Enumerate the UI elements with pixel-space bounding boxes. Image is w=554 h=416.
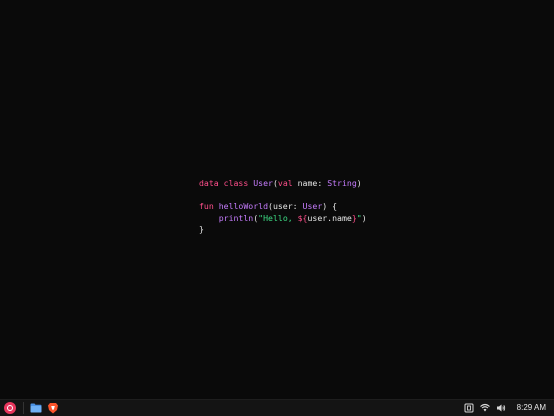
- code-token: User: [253, 178, 273, 188]
- taskbar: 8:29 AM: [0, 399, 554, 416]
- code-token: (user:: [268, 201, 303, 212]
- code-token: println: [218, 212, 254, 223]
- code-token: fun: [199, 201, 219, 212]
- wifi-icon[interactable]: [480, 403, 490, 413]
- files-icon[interactable]: [30, 403, 42, 413]
- desktop: data class User(val name: String) fun hel…: [0, 0, 554, 399]
- code-token: ) {: [322, 201, 338, 212]
- code-token: user.name: [307, 212, 352, 223]
- code-token: ): [361, 212, 367, 223]
- keyboard-layout-icon[interactable]: [464, 403, 474, 413]
- code-snippet: data class User(val name: String) fun hel…: [199, 178, 367, 236]
- code-line: println("Hello, ${user.name}"): [199, 213, 367, 225]
- code-line: }: [199, 224, 367, 236]
- code-token: User: [302, 201, 323, 212]
- brave-browser-icon[interactable]: [47, 402, 59, 414]
- code-token: "Hello,: [258, 212, 298, 223]
- code-token: ${: [297, 212, 308, 223]
- code-line: data class User(val name: String): [199, 178, 367, 190]
- code-line: fun helloWorld(user: User) {: [199, 201, 367, 213]
- volume-icon[interactable]: [496, 403, 506, 413]
- code-token: name:: [292, 178, 328, 188]
- code-token: data class: [199, 178, 254, 188]
- code-token: ): [356, 178, 362, 188]
- code-token: }: [199, 224, 204, 235]
- code-token: String: [327, 178, 357, 188]
- code-token: val: [277, 178, 293, 188]
- launcher-icon[interactable]: [4, 402, 16, 414]
- taskbar-separator: [23, 402, 24, 414]
- code-token: helloWorld: [218, 201, 269, 212]
- clock[interactable]: 8:29 AM: [517, 403, 546, 413]
